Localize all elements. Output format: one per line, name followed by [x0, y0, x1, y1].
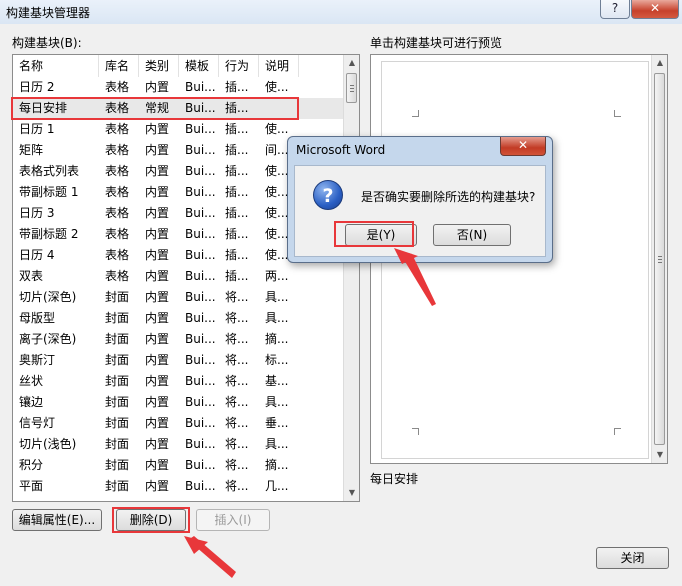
annotation-arrows	[184, 248, 436, 578]
